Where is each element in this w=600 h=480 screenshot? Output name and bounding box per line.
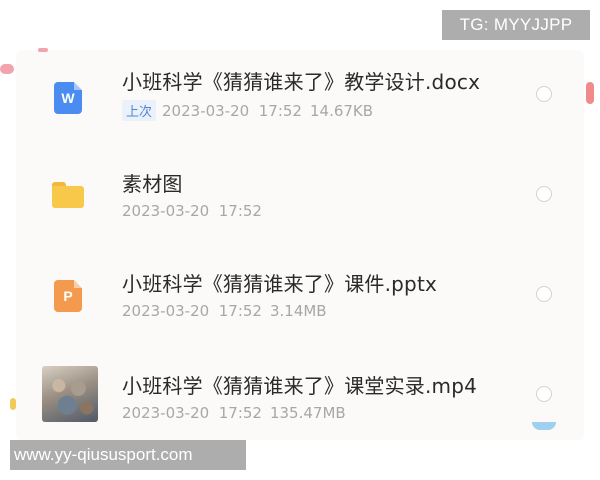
file-name: 小班科学《猜猜谁来了》课件.pptx (122, 272, 438, 296)
video-thumbnail (42, 366, 98, 422)
file-meta: 2023-03-20 17:52 (122, 202, 262, 220)
folder-icon (46, 172, 90, 216)
file-time: 17:52 (218, 202, 262, 220)
url-watermark: www.yy-qiususport.com (10, 440, 246, 470)
background-decoration (0, 64, 14, 74)
file-row-pptx[interactable]: P 小班科学《猜猜谁来了》课件.pptx 2023-03-20 17:52 3.1… (16, 250, 584, 350)
background-decoration (586, 82, 594, 104)
select-radio[interactable] (536, 286, 552, 302)
select-radio[interactable] (536, 86, 552, 102)
last-opened-badge: 上次 (122, 100, 157, 121)
telegram-watermark: TG: MYYJJPP (442, 10, 590, 40)
file-row-mp4[interactable]: 小班科学《猜猜谁来了》课堂实录.mp4 2023-03-20 17:52 135.… (16, 350, 584, 450)
file-date: 2023-03-20 (122, 302, 210, 320)
file-size: 135.47MB (269, 404, 346, 422)
file-row-folder[interactable]: 素材图 2023-03-20 17:52 (16, 150, 584, 250)
file-date: 2023-03-20 (122, 404, 210, 422)
file-meta: 上次 2023-03-20 17:52 14.67KB (122, 100, 373, 121)
file-size: 14.67KB (309, 102, 374, 120)
select-radio[interactable] (536, 186, 552, 202)
file-date: 2023-03-20 (162, 102, 250, 120)
file-time: 17:52 (218, 404, 262, 422)
file-meta: 2023-03-20 17:52 3.14MB (122, 302, 327, 320)
ppt-doc-icon: P (46, 274, 90, 318)
file-date: 2023-03-20 (122, 202, 210, 220)
file-size: 3.14MB (269, 302, 327, 320)
file-meta: 2023-03-20 17:52 135.47MB (122, 404, 346, 422)
file-row-docx[interactable]: W 小班科学《猜猜谁来了》教学设计.docx 上次 2023-03-20 17:5… (16, 50, 584, 150)
file-name: 小班科学《猜猜谁来了》课堂实录.mp4 (122, 374, 478, 398)
file-name: 小班科学《猜猜谁来了》教学设计.docx (122, 70, 481, 94)
file-time: 17:52 (258, 102, 302, 120)
file-name: 素材图 (122, 172, 183, 196)
select-radio[interactable] (536, 386, 552, 402)
word-doc-icon: W (46, 76, 90, 120)
file-time: 17:52 (218, 302, 262, 320)
